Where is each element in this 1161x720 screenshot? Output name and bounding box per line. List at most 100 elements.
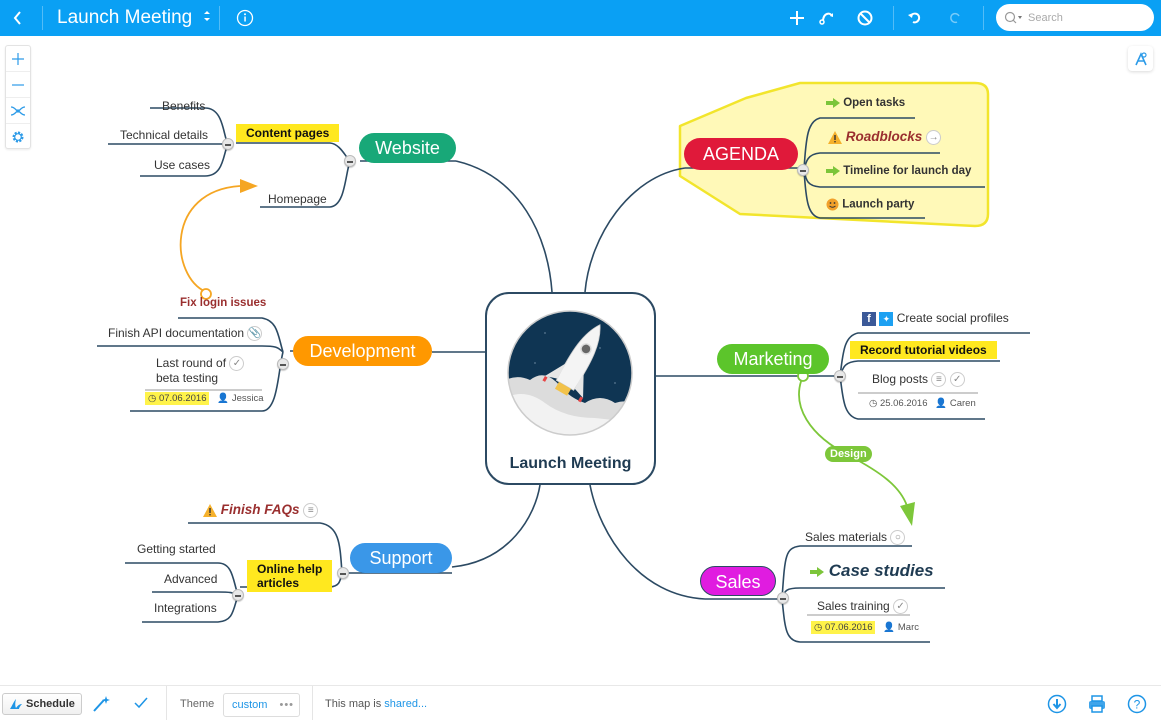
undo-icon bbox=[908, 12, 921, 24]
topic-integrations[interactable]: Integrations bbox=[154, 601, 217, 615]
task-info-sales-training: ◷ 07.06.2016 👤 Marc bbox=[811, 621, 919, 634]
assignee[interactable]: 👤 Marc bbox=[883, 622, 919, 633]
more-options-icon[interactable]: ••• bbox=[279, 699, 294, 711]
due-date[interactable]: ◷ 07.06.2016 bbox=[145, 392, 210, 405]
info-icon bbox=[236, 9, 254, 27]
download-icon bbox=[1047, 694, 1067, 714]
redo-button[interactable] bbox=[944, 0, 966, 36]
collapse-agenda-button[interactable] bbox=[797, 164, 809, 176]
topic-api-docs[interactable]: Finish API documentation 📎 bbox=[108, 326, 263, 342]
collapse-online-help-button[interactable] bbox=[232, 589, 244, 601]
separator bbox=[983, 6, 984, 30]
topic-beta-testing[interactable]: Last round of ✓ beta testing bbox=[156, 356, 245, 386]
back-button[interactable] bbox=[6, 0, 30, 36]
print-button[interactable] bbox=[1087, 694, 1107, 719]
undo-button[interactable] bbox=[904, 0, 926, 36]
topic-homepage[interactable]: Homepage bbox=[268, 192, 327, 206]
topic-marketing[interactable]: Marketing bbox=[717, 344, 829, 374]
search-input[interactable] bbox=[1028, 11, 1138, 24]
topic-finish-faqs[interactable]: Finish FAQs ≡ bbox=[203, 502, 319, 518]
smiley-icon bbox=[826, 198, 839, 211]
info-button[interactable] bbox=[234, 0, 256, 36]
comment-icon[interactable]: ○ bbox=[890, 530, 906, 546]
topic-technical-details[interactable]: Technical details bbox=[120, 128, 208, 142]
share-status: This map is shared... bbox=[325, 698, 428, 710]
relationship-arrow bbox=[240, 179, 258, 193]
help-button[interactable]: ? bbox=[1127, 694, 1147, 719]
add-topic-button[interactable] bbox=[786, 0, 808, 36]
collapse-marketing-button[interactable] bbox=[834, 370, 846, 382]
facebook-icon: f bbox=[862, 311, 876, 326]
warning-icon bbox=[203, 503, 217, 517]
collapse-sales-button[interactable] bbox=[777, 592, 789, 604]
redo-icon bbox=[950, 12, 960, 24]
topic-advanced[interactable]: Advanced bbox=[164, 572, 217, 586]
relationship-icon bbox=[819, 12, 833, 25]
central-topic[interactable]: Launch Meeting bbox=[485, 292, 656, 485]
assignee[interactable]: 👤 Caren bbox=[935, 398, 975, 409]
topic-use-cases[interactable]: Use cases bbox=[154, 158, 210, 172]
topic-social-profiles[interactable]: f ✦ Create social profiles bbox=[862, 311, 1009, 326]
separator bbox=[219, 6, 220, 30]
topic-content-pages[interactable]: Content pages bbox=[236, 124, 340, 142]
collapse-support-button[interactable] bbox=[337, 567, 349, 579]
topic-sales-materials[interactable]: Sales materials ○ bbox=[805, 530, 906, 546]
download-button[interactable] bbox=[1047, 694, 1067, 719]
topic-agenda[interactable]: AGENDA bbox=[684, 138, 798, 170]
bottom-bar: Schedule Theme custom ••• This map is sh… bbox=[0, 685, 1161, 720]
topic-online-help[interactable]: Online help articles bbox=[247, 560, 333, 592]
check-button[interactable] bbox=[133, 696, 149, 715]
task-check-icon[interactable]: ✓ bbox=[229, 356, 245, 372]
topic-timeline[interactable]: Timeline for launch day bbox=[826, 165, 971, 177]
collapse-content-pages-button[interactable] bbox=[222, 138, 234, 150]
relationship-arrow bbox=[900, 502, 915, 526]
help-icon: ? bbox=[1127, 694, 1147, 714]
twitter-icon: ✦ bbox=[879, 311, 894, 326]
top-bar: Launch Meeting bbox=[0, 0, 1161, 36]
link-arrow-icon[interactable]: → bbox=[926, 129, 942, 145]
topic-blog-posts[interactable]: Blog posts ≡ ✓ bbox=[872, 372, 965, 388]
attachment-icon[interactable]: 📎 bbox=[247, 326, 263, 342]
add-relationship-button[interactable] bbox=[816, 0, 838, 36]
due-date[interactable]: ◷ 07.06.2016 bbox=[811, 621, 876, 634]
topic-tutorial-videos[interactable]: Record tutorial videos bbox=[850, 341, 997, 359]
topic-benefits[interactable]: Benefits bbox=[162, 99, 205, 113]
magic-wand-icon bbox=[93, 696, 110, 712]
map-title[interactable]: Launch Meeting bbox=[57, 0, 212, 36]
notes-icon[interactable]: ≡ bbox=[931, 372, 947, 388]
topic-getting-started[interactable]: Getting started bbox=[137, 542, 216, 556]
relationship-label-design[interactable]: Design bbox=[825, 446, 872, 462]
due-date[interactable]: ◷ 25.06.2016 bbox=[869, 398, 927, 409]
topic-roadblocks[interactable]: Roadblocks → bbox=[828, 129, 942, 145]
notes-icon[interactable]: ≡ bbox=[303, 502, 319, 518]
topic-sales[interactable]: Sales bbox=[700, 566, 776, 596]
theme-select[interactable]: custom ••• bbox=[223, 693, 300, 717]
topic-case-studies[interactable]: Case studies bbox=[810, 561, 934, 581]
topic-open-tasks[interactable]: Open tasks bbox=[826, 97, 905, 109]
separator bbox=[893, 6, 894, 30]
magic-wand-button[interactable] bbox=[92, 695, 112, 718]
share-link[interactable]: shared... bbox=[384, 698, 427, 710]
task-check-icon[interactable]: ✓ bbox=[893, 599, 909, 615]
separator bbox=[42, 6, 43, 30]
topic-sales-training[interactable]: Sales training ✓ bbox=[817, 599, 909, 615]
topic-development[interactable]: Development bbox=[293, 336, 432, 366]
assignee[interactable]: 👤 Jessica bbox=[217, 393, 263, 404]
collapse-development-button[interactable] bbox=[277, 358, 289, 370]
task-check-icon[interactable]: ✓ bbox=[949, 372, 965, 388]
disable-button[interactable] bbox=[854, 0, 876, 36]
topic-fix-login[interactable]: Fix login issues bbox=[180, 297, 266, 309]
schedule-button[interactable]: Schedule bbox=[2, 693, 82, 715]
collapse-website-button[interactable] bbox=[344, 155, 356, 167]
topic-launch-party[interactable]: Launch party bbox=[826, 198, 914, 211]
relationship-marketing-sales bbox=[798, 375, 908, 507]
arrow-right-icon bbox=[826, 97, 840, 108]
map-title-text: Launch Meeting bbox=[57, 7, 193, 28]
arrow-right-icon bbox=[826, 165, 840, 176]
mind-map-canvas[interactable]: Launch Meeting Website Content pages Ben… bbox=[0, 36, 1161, 684]
arrow-right-icon bbox=[810, 566, 824, 577]
topic-support[interactable]: Support bbox=[350, 543, 452, 573]
topic-website[interactable]: Website bbox=[359, 133, 456, 163]
central-topic-label: Launch Meeting bbox=[509, 455, 632, 472]
search-box[interactable] bbox=[996, 4, 1154, 31]
